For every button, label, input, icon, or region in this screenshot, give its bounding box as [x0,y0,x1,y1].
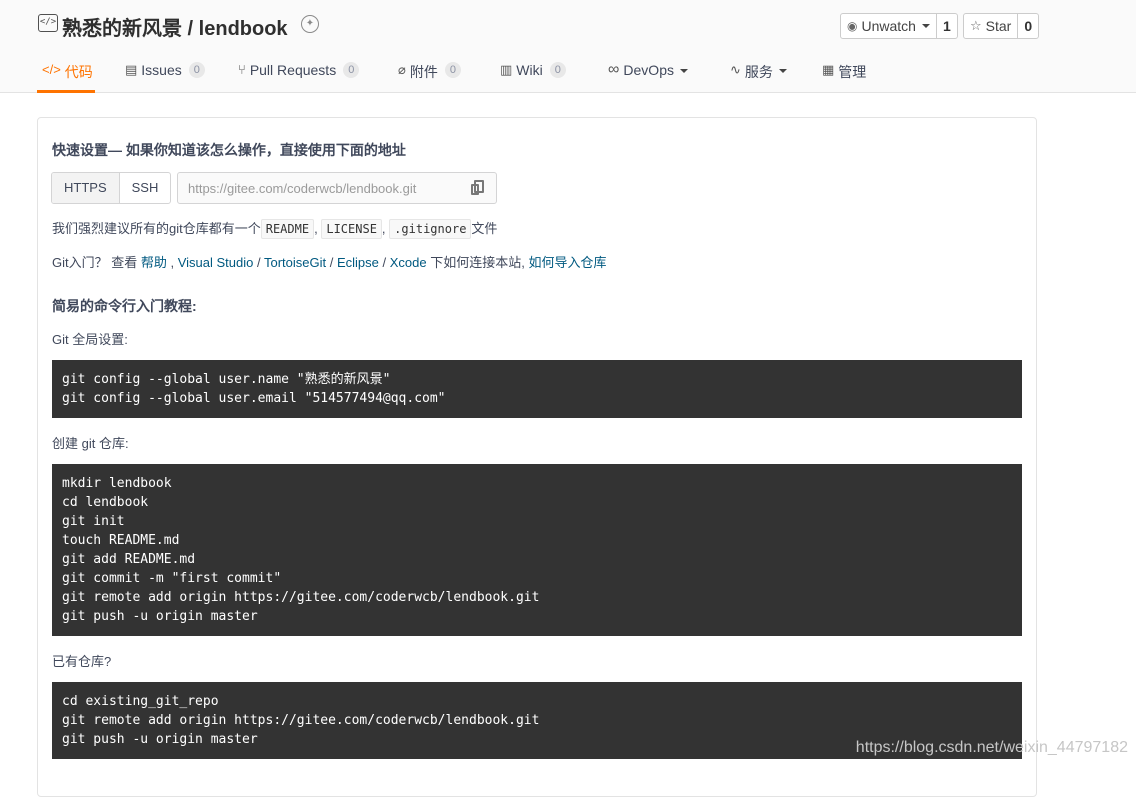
separator: , [166,255,178,270]
watch-button-group[interactable]: ◉ Unwatch 1 [840,13,958,39]
watch-label: Unwatch [861,18,916,34]
tab-label: 代码 [64,64,93,80]
star-count[interactable]: 0 [1017,14,1038,38]
git-intro-line: Git入门？ 查看 帮助 , Visual Studio / TortoiseG… [52,252,606,271]
tab-attachments[interactable]: ⌀ 附件 0 [398,56,461,93]
https-button[interactable]: HTTPS [52,173,120,203]
ssh-button[interactable]: SSH [120,173,171,203]
code-icon: </> [42,62,61,77]
repo-header: </> 熟悉的新风景 / lendbook ✦ ◉ Unwatch 1 ☆ St… [0,0,1136,93]
recommend-prefix: 我们强烈建议所有的git仓库都有一个 [52,221,261,236]
watermark: https://blog.csdn.net/weixin_44797182 [855,739,1128,756]
code-line: cd lendbook [62,495,149,510]
quick-setup-heading: 快速设置— 如果你知道该怎么操作，直接使用下面的地址 [52,142,406,158]
clone-url-text[interactable]: https://gitee.com/coderwcb/lendbook.git [188,181,416,196]
star-icon: ☆ [970,18,982,33]
global-settings-label: Git 全局设置: [52,332,128,347]
tab-label: Issues [141,62,182,78]
tab-wiki[interactable]: ▥ Wiki 0 [500,56,566,93]
watch-count[interactable]: 1 [935,14,957,38]
tab-count: 0 [444,62,461,78]
code-line: touch README.md [62,533,180,548]
wiki-icon: ▥ [500,62,513,77]
code-line: git remote add origin https://gitee.com/… [62,713,540,728]
badge-icon[interactable]: ✦ [301,15,319,33]
intro-mid: 下如何连接本站, [426,255,529,270]
code-line: git add README.md [62,552,196,567]
existing-repo-label: 已有仓库? [52,654,112,669]
tab-devops[interactable]: ∞ DevOps [608,56,688,93]
gitignore-code: .gitignore [389,219,472,239]
clone-url-field[interactable]: https://gitee.com/coderwcb/lendbook.git [177,172,497,204]
settings-doc-icon: ▦ [822,62,835,77]
separator: , [381,221,386,236]
tortoisegit-link[interactable]: TortoiseGit [264,255,326,270]
chevron-down-icon [778,69,787,73]
tab-pull-requests[interactable]: ⑂ Pull Requests 0 [238,56,360,93]
tab-label: 管理 [838,64,867,80]
license-code: LICENSE [321,219,382,239]
global-settings-code[interactable]: git config --global user.name "熟悉的新风景" g… [52,360,1022,418]
star-button-group[interactable]: ☆ Star 0 [963,13,1040,39]
tab-label: 附件 [409,64,438,80]
repo-title[interactable]: 熟悉的新风景 / lendbook [62,12,288,41]
recommend-suffix: 文件 [471,221,498,236]
repo-tabs: </> 代码 ▤ Issues 0 ⑂ Pull Requests 0 ⌀ 附件… [0,56,1136,93]
tab-manage[interactable]: ▦ 管理 [822,56,866,93]
xcode-link[interactable]: Xcode [390,255,427,270]
copy-icon[interactable] [471,180,484,195]
code-line: mkdir lendbook [62,476,172,491]
protocol-switch: HTTPS SSH [51,172,172,204]
separator: , [314,221,318,236]
code-line: git config --global user.email "51457749… [62,391,446,406]
tab-label: DevOps [623,62,674,78]
issues-icon: ▤ [125,62,138,77]
visual-studio-link[interactable]: Visual Studio [178,255,254,270]
tab-label: 服务 [744,64,773,80]
tab-count: 0 [188,62,205,78]
eye-icon: ◉ [847,19,858,33]
pull-request-icon: ⑂ [238,62,246,77]
separator: / [378,255,390,270]
star-label: Star [985,18,1012,34]
import-repo-link[interactable]: 如何导入仓库 [528,255,606,270]
code-file-icon: </> [38,14,58,32]
watch-button[interactable]: ◉ Unwatch [841,14,936,38]
create-repo-label: 创建 git 仓库: [52,436,129,451]
recommend-files-line: 我们强烈建议所有的git仓库都有一个 README, LICENSE, .giti… [52,218,498,239]
code-line: git push -u origin master [62,609,258,624]
eclipse-link[interactable]: Eclipse [337,255,379,270]
tab-code[interactable]: </> 代码 [37,56,95,93]
code-line: git commit -m "first commit" [62,571,282,586]
tab-count: 0 [343,62,360,78]
chevron-down-icon [679,69,688,73]
infinity-icon: ∞ [608,61,620,78]
code-line: cd existing_git_repo [62,694,219,709]
help-link[interactable]: 帮助 [141,255,167,270]
tab-issues[interactable]: ▤ Issues 0 [125,56,205,93]
attachment-icon: ⌀ [398,62,406,77]
star-button[interactable]: ☆ Star [964,14,1017,38]
tab-services[interactable]: ∿ 服务 [730,56,787,93]
pulse-icon: ∿ [730,62,741,77]
tab-label: Pull Requests [249,62,337,78]
tab-count: 0 [549,62,566,78]
cli-tutorial-heading: 简易的命令行入门教程: [52,298,197,314]
code-line: git config --global user.name "熟悉的新风景" [62,372,391,387]
separator: / [326,255,337,270]
separator: / [253,255,264,270]
create-repo-code[interactable]: mkdir lendbook cd lendbook git init touc… [52,464,1022,636]
code-line: git remote add origin https://gitee.com/… [62,590,540,605]
intro-prefix: Git入门？ 查看 [52,255,141,270]
readme-code: README [260,219,315,239]
chevron-down-icon [921,24,930,28]
tab-label: Wiki [516,62,543,78]
code-line: git init [62,514,125,529]
